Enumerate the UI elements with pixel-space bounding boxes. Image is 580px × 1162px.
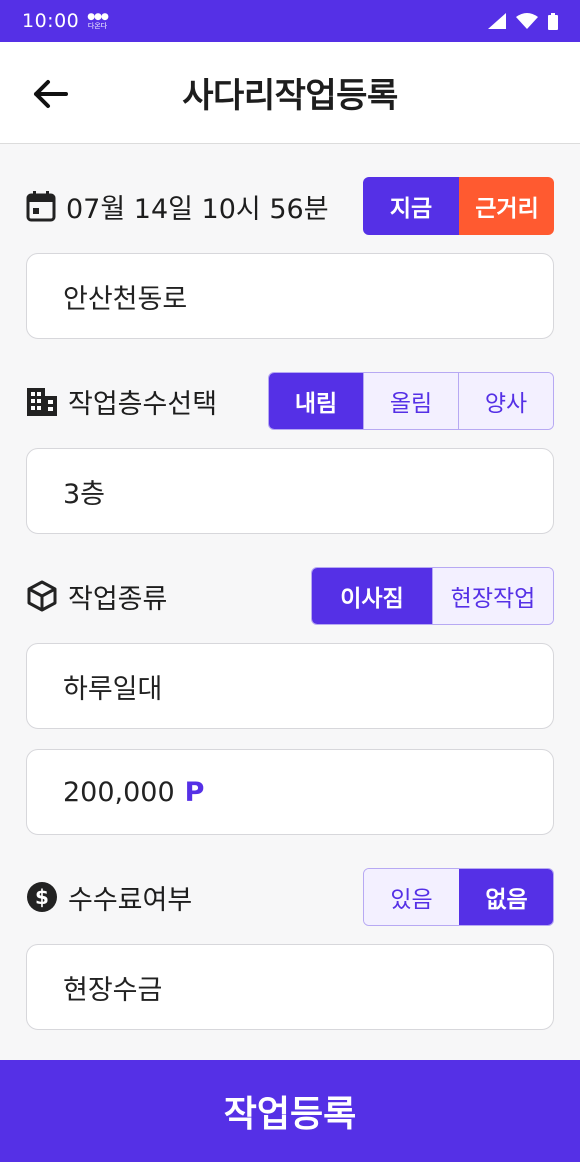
fee-no-button[interactable]: 없음 bbox=[459, 869, 553, 925]
status-icons bbox=[488, 12, 558, 30]
up-button[interactable]: 올림 bbox=[363, 373, 458, 429]
work-type-label: 작업종류 bbox=[68, 583, 168, 615]
floor-label: 작업층수선택 bbox=[68, 388, 218, 420]
payment-field[interactable]: 현장수금 bbox=[26, 944, 554, 1030]
floor-direction-toggle: 내림 올림 양사 bbox=[268, 372, 554, 430]
work-type-row: 작업종류 이사짐 현장작업 bbox=[26, 567, 554, 625]
app-notification-icon: ●●● 다온다 bbox=[87, 11, 109, 30]
down-button[interactable]: 내림 bbox=[269, 373, 363, 429]
register-job-button[interactable]: 작업등록 bbox=[0, 1060, 580, 1162]
back-button[interactable] bbox=[28, 72, 72, 116]
short-distance-button[interactable]: 근거리 bbox=[459, 177, 554, 235]
price-value: 200,000 bbox=[63, 776, 175, 808]
floor-value: 3층 bbox=[63, 478, 106, 510]
address-field[interactable]: 안산천동로 bbox=[26, 253, 554, 339]
floor-row: 작업층수선택 내림 올림 양사 bbox=[26, 372, 554, 430]
fee-yes-button[interactable]: 있음 bbox=[364, 869, 459, 925]
payment-value: 현장수금 bbox=[63, 974, 163, 1006]
time-mode-toggle: 지금 근거리 bbox=[363, 177, 554, 235]
datetime-value: 07월 14일 10시 56분 bbox=[66, 193, 329, 225]
floor-field[interactable]: 3층 bbox=[26, 448, 554, 534]
wifi-icon bbox=[516, 13, 538, 29]
dollar-icon: $ bbox=[27, 882, 57, 912]
both-button[interactable]: 양사 bbox=[458, 373, 553, 429]
duration-value: 하루일대 bbox=[63, 673, 163, 705]
app-bar: 사다리작업등록 bbox=[0, 42, 580, 144]
duration-field[interactable]: 하루일대 bbox=[26, 643, 554, 729]
battery-icon bbox=[548, 12, 558, 30]
status-time: 10:00 bbox=[22, 10, 80, 32]
page-title: 사다리작업등록 bbox=[182, 76, 398, 116]
cube-icon bbox=[27, 580, 57, 612]
moving-button[interactable]: 이사짐 bbox=[312, 568, 432, 624]
arrow-left-icon bbox=[34, 80, 68, 108]
signal-icon bbox=[488, 13, 506, 29]
fee-label: 수수료여부 bbox=[68, 884, 193, 916]
datetime-row: 07월 14일 10시 56분 지금 근거리 bbox=[26, 177, 554, 235]
status-bar: 10:00 ●●● 다온다 bbox=[0, 0, 580, 42]
price-unit: P bbox=[184, 776, 205, 808]
price-field[interactable]: 200,000 P bbox=[26, 749, 554, 835]
building-icon bbox=[27, 388, 57, 416]
work-type-toggle: 이사짐 현장작업 bbox=[311, 567, 554, 625]
fee-row: $ 수수료여부 있음 없음 bbox=[26, 868, 554, 926]
svg-text:$: $ bbox=[35, 885, 49, 909]
calendar-icon bbox=[26, 191, 56, 222]
onsite-work-button[interactable]: 현장작업 bbox=[432, 568, 553, 624]
address-value: 안산천동로 bbox=[63, 283, 188, 315]
now-button[interactable]: 지금 bbox=[363, 177, 459, 235]
fee-toggle: 있음 없음 bbox=[363, 868, 554, 926]
